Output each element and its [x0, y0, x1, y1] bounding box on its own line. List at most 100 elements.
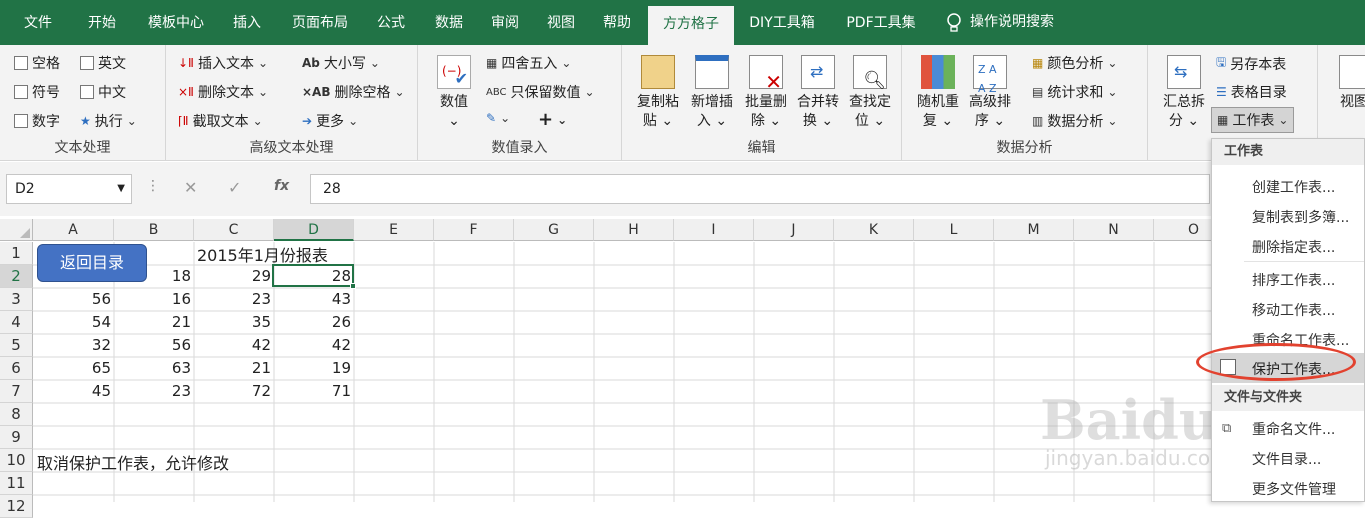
- clipboard-icon: [641, 55, 675, 89]
- delete-text-button[interactable]: ×Ⅱ 删除文本 ⌄: [178, 82, 268, 102]
- name-box[interactable]: D2 ▼: [6, 174, 132, 204]
- add-insert-label-2: 入: [696, 113, 711, 129]
- delete-space-button[interactable]: ×AB 删除空格 ⌄: [302, 82, 405, 102]
- table-cell[interactable]: 54: [33, 313, 114, 331]
- table-cell[interactable]: 29: [194, 267, 274, 285]
- tab-view[interactable]: 视图: [536, 0, 586, 45]
- worksheet-menu-button[interactable]: ▦ 工作表 ⌄: [1211, 107, 1295, 133]
- insert-text-button[interactable]: ↓Ⅱ 插入文本 ⌄: [178, 53, 268, 73]
- random-repeat-button[interactable]: 随机重复 ⌄: [912, 55, 964, 131]
- tab-layout[interactable]: 页面布局: [280, 0, 360, 45]
- chevron-down-icon: ▼: [117, 183, 125, 194]
- menu-item-sort-sheets[interactable]: 排序工作表...: [1252, 270, 1335, 290]
- round-button[interactable]: ▦ 四舍五入 ⌄: [486, 53, 571, 73]
- space-option[interactable]: 空格: [14, 53, 60, 73]
- menu-item-rename-file[interactable]: 重命名文件...: [1252, 419, 1335, 439]
- table-cell[interactable]: 23: [114, 382, 194, 400]
- table-cell[interactable]: 35: [194, 313, 274, 331]
- extract-text-button[interactable]: ⌈Ⅱ 截取文本 ⌄: [178, 111, 263, 131]
- tab-diy[interactable]: DIY工具箱: [740, 0, 824, 45]
- number-option[interactable]: 数字: [14, 111, 60, 131]
- table-cell[interactable]: 63: [114, 359, 194, 377]
- case-button[interactable]: Ab 大小写 ⌄: [302, 53, 380, 73]
- copy-paste-button[interactable]: 复制粘贴 ⌄: [632, 55, 684, 131]
- worksheet-icon: ▦: [1217, 113, 1229, 127]
- tab-fangfang[interactable]: 方方格子: [648, 6, 734, 45]
- find-locate-button[interactable]: 🔍︎ 查找定位 ⌄: [844, 55, 896, 131]
- keep-value-button[interactable]: ABC 只保留数值 ⌄: [486, 82, 595, 102]
- menu-item-more-file[interactable]: 更多文件管理: [1252, 479, 1336, 499]
- back-to-index-button[interactable]: 返回目录: [37, 244, 147, 282]
- formula-input[interactable]: 28: [310, 174, 1210, 204]
- chinese-option[interactable]: 中文: [80, 82, 126, 102]
- table-cell[interactable]: 21: [194, 359, 274, 377]
- value-button[interactable]: (−) ✔ 数值 ⌄: [432, 55, 476, 131]
- batch-delete-button[interactable]: ✕ 批量删除 ⌄: [740, 55, 792, 131]
- english-option[interactable]: 英文: [80, 53, 126, 73]
- data-analysis-label: 数据分析: [1047, 114, 1104, 130]
- tab-review[interactable]: 审阅: [480, 0, 530, 45]
- save-sheet-button[interactable]: 🖫︎ 另存本表: [1216, 53, 1286, 74]
- watermark-url: jingyan.baidu.com: [1045, 446, 1230, 470]
- tab-data[interactable]: 数据: [424, 0, 474, 45]
- worksheet-dropdown-menu: 工作表 创建工作表... 复制表到多簿... 删除指定表... 排序工作表...…: [1211, 138, 1365, 502]
- menu-item-move-sheet[interactable]: 移动工作表...: [1252, 300, 1335, 320]
- chevron-down-icon: ⌄: [348, 114, 359, 128]
- table-cell[interactable]: 45: [33, 382, 114, 400]
- symbol-option[interactable]: 符号: [14, 82, 60, 102]
- table-cell[interactable]: 71: [274, 382, 354, 400]
- summary-split-button[interactable]: ⇆ 汇总拆分 ⌄: [1156, 55, 1212, 131]
- menu-item-file-dir[interactable]: 文件目录...: [1252, 449, 1321, 469]
- fill-handle[interactable]: [350, 283, 356, 289]
- tab-insert[interactable]: 插入: [222, 0, 272, 45]
- pen-button[interactable]: ✎ ⌄: [486, 111, 510, 125]
- table-cell[interactable]: 56: [114, 336, 194, 354]
- tab-pdf[interactable]: PDF工具集: [834, 0, 928, 45]
- spreadsheet-grid[interactable]: ABCDEFGHIJKLMNO 1 2 3 4 5 6 7 8 9 10 11 12 2015年1月份…: [0, 216, 1365, 518]
- view-button[interactable]: 视图: [1334, 55, 1365, 112]
- table-cell[interactable]: 26: [274, 313, 354, 331]
- value-label: 数值: [440, 94, 468, 110]
- table-dir-button[interactable]: ☰ 表格目录: [1216, 82, 1287, 102]
- execute-button[interactable]: ★ 执行 ⌄: [80, 111, 137, 131]
- color-analysis-button[interactable]: ▦ 颜色分析 ⌄: [1032, 53, 1117, 73]
- table-cell[interactable]: 32: [33, 336, 114, 354]
- advanced-sort-button[interactable]: Z AA Z 高级排序 ⌄: [964, 55, 1016, 131]
- plus-button[interactable]: + ⌄: [538, 109, 567, 130]
- add-insert-button[interactable]: 新增插入 ⌄: [686, 55, 738, 131]
- stat-sum-button[interactable]: ▤ 统计求和 ⌄: [1032, 82, 1117, 102]
- more-label: 更多: [316, 114, 345, 130]
- menu-item-create-sheet[interactable]: 创建工作表...: [1252, 177, 1335, 197]
- tab-file[interactable]: 文件: [10, 0, 66, 45]
- report-title[interactable]: 2015年1月份报表: [194, 242, 331, 266]
- merge-convert-button[interactable]: ⇄ 合并转换 ⌄: [792, 55, 844, 131]
- random-grid-icon: [921, 55, 955, 89]
- more-button[interactable]: ➔ 更多 ⌄: [302, 111, 358, 131]
- data-analysis-button[interactable]: ▥ 数据分析 ⌄: [1032, 111, 1117, 131]
- confirm-icon[interactable]: ✓: [228, 178, 241, 197]
- tab-template[interactable]: 模板中心: [136, 0, 216, 45]
- fx-icon[interactable]: fx: [274, 178, 289, 194]
- tab-help[interactable]: 帮助: [592, 0, 642, 45]
- table-cell[interactable]: 72: [194, 382, 274, 400]
- star-icon: ★: [80, 114, 91, 128]
- table-cell[interactable]: 42: [274, 336, 354, 354]
- group-data-analysis: 随机重复 ⌄ Z AA Z 高级排序 ⌄ ▦ 颜色分析 ⌄ ▤ 统计求和 ⌄ ▥ 数据分析 ⌄…: [902, 45, 1148, 161]
- tell-me-search[interactable]: 操作说明搜索: [946, 0, 1076, 45]
- tab-home[interactable]: 开始: [74, 0, 130, 45]
- table-cell[interactable]: 43: [274, 290, 354, 308]
- table-cell[interactable]: 19: [274, 359, 354, 377]
- tab-formula[interactable]: 公式: [366, 0, 416, 45]
- menu-item-delete-sheets[interactable]: 删除指定表...: [1252, 237, 1335, 257]
- chevron-down-icon: ⌄: [257, 85, 269, 99]
- table-cell[interactable]: 21: [114, 313, 194, 331]
- table-cell[interactable]: 42: [194, 336, 274, 354]
- table-cell[interactable]: 56: [33, 290, 114, 308]
- table-cell[interactable]: 65: [33, 359, 114, 377]
- note-cell[interactable]: 取消保护工作表，允许修改: [34, 450, 232, 474]
- cancel-icon[interactable]: ✕: [184, 178, 197, 197]
- table-cell[interactable]: 16: [114, 290, 194, 308]
- table-cell[interactable]: 23: [194, 290, 274, 308]
- save-icon: 🖫︎: [1216, 55, 1227, 69]
- menu-item-copy-to-books[interactable]: 复制表到多簿...: [1252, 207, 1349, 227]
